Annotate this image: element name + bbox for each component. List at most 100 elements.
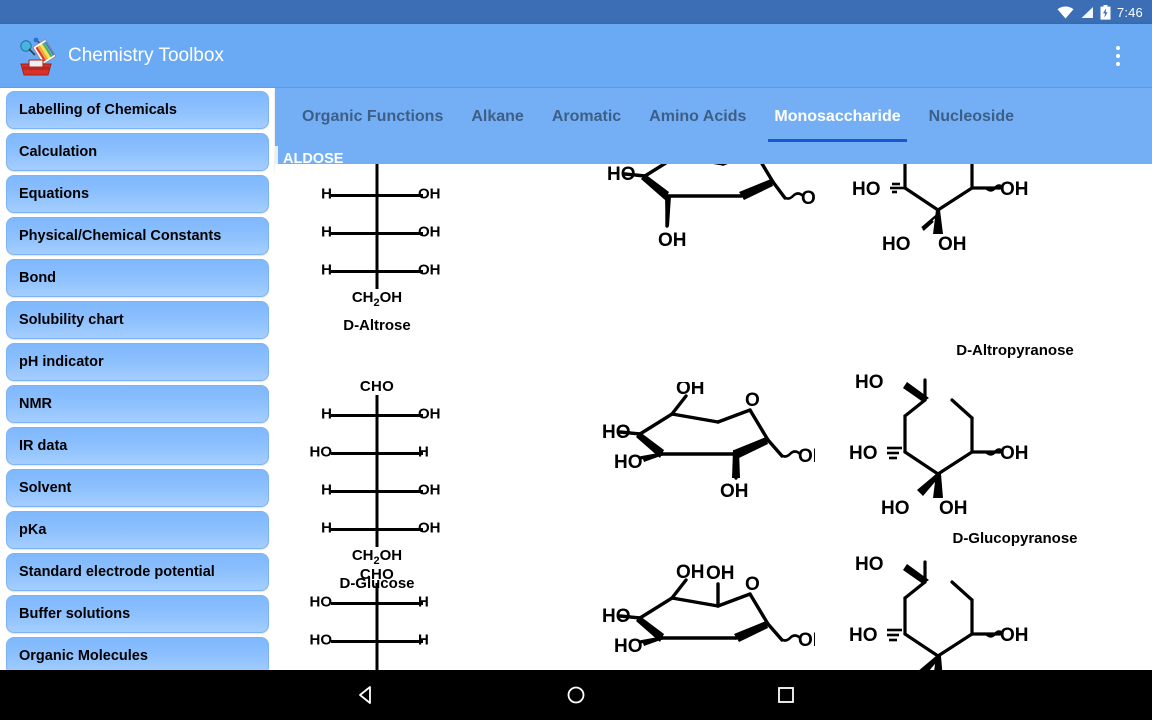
fischer-structure-altrose: CHO H OH H OH — [302, 164, 452, 334]
molecule-list[interactable]: CHO H OH H OH — [275, 164, 1152, 670]
haworth-structure-glucopyranose: HO HO OH HO OH — [847, 370, 1037, 525]
svg-text:OH: OH — [676, 562, 705, 583]
fischer-right-group: H — [418, 593, 429, 611]
tab-label: Nucleoside — [928, 108, 1014, 125]
molecule-row-glucose: CHO H OH HO H H OH H OH CH2OH HO HO OH O… — [275, 352, 1152, 592]
fischer-right-group: OH — [418, 185, 441, 203]
fischer-rung: H OH — [302, 395, 452, 433]
svg-text:HO: HO — [881, 498, 910, 519]
svg-text:O: O — [745, 574, 760, 595]
sidebar-item-label: Buffer solutions — [19, 606, 131, 622]
svg-text:OH: OH — [1000, 625, 1029, 646]
sidebar-item-label: Bond — [19, 270, 57, 286]
app-root: 7:46 Chemistry Toolbox Labelling of Chem… — [0, 0, 1152, 720]
svg-text:OH: OH — [1000, 443, 1029, 464]
fischer-left-group: H — [302, 164, 332, 165]
fischer-left-group: H — [321, 481, 332, 499]
tab-organic-functions[interactable]: Organic Functions — [288, 88, 457, 146]
fischer-left-group: H — [321, 223, 332, 241]
tab-label: Organic Functions — [302, 108, 444, 125]
svg-text:HO: HO — [602, 606, 631, 627]
app-title: Chemistry Toolbox — [68, 44, 224, 66]
fischer-rung: HO H — [302, 433, 452, 471]
sidebar-item-calculation[interactable]: Calculation — [6, 133, 269, 171]
chemistry-toolbox-app-icon — [14, 34, 58, 78]
sidebar-item-pka[interactable]: pKa — [6, 511, 269, 549]
sidebar-item-label: Physical/Chemical Constants — [19, 228, 222, 244]
sidebar-item-label: Equations — [19, 186, 90, 202]
sidebar-item-nmr[interactable]: NMR — [6, 385, 269, 423]
svg-text:OH: OH — [798, 630, 815, 651]
fischer-rung: H OH — [302, 164, 452, 175]
overflow-menu-icon[interactable] — [1098, 34, 1138, 78]
sidebar-item-organic-molecules[interactable]: Organic Molecules — [6, 637, 269, 670]
fischer-left-group: H — [321, 405, 332, 423]
sidebar-item-label: Labelling of Chemicals — [19, 102, 177, 118]
sidebar-item-buffer-solutions[interactable]: Buffer solutions — [6, 595, 269, 633]
molecule-row-mannose: CHO HO H HO H HO HO OH OH O O HO HO OH — [275, 540, 1152, 670]
sidebar-item-solubility-chart[interactable]: Solubility chart — [6, 301, 269, 339]
molecule-row-altrose: CHO H OH H OH — [275, 164, 1152, 359]
fischer-rung: H OH — [302, 251, 452, 289]
home-icon[interactable] — [556, 675, 596, 715]
fischer-right-group: H — [418, 443, 429, 461]
svg-text:OH: OH — [1000, 179, 1029, 200]
sidebar-item-ir-data[interactable]: IR data — [6, 427, 269, 465]
chair-structure-mannopyranose: HO HO OH OH O OH — [600, 562, 827, 670]
tab-monosaccharide[interactable]: Monosaccharide — [760, 88, 914, 146]
fischer-right-group: OH — [418, 223, 441, 241]
tab-aromatic[interactable]: Aromatic — [538, 88, 635, 146]
tab-alkane[interactable]: Alkane — [457, 88, 537, 146]
sidebar-item-labelling-of-chemicals[interactable]: Labelling of Chemicals — [6, 91, 269, 129]
sidebar-item-physical-chemical-constants[interactable]: Physical/Chemical Constants — [6, 217, 269, 255]
fischer-rung: H OH — [302, 175, 452, 213]
fischer-top-group: CHO — [359, 566, 395, 583]
recents-icon[interactable] — [766, 675, 806, 715]
fischer-right-group: H — [418, 631, 429, 649]
fischer-left-group: H — [321, 261, 332, 279]
status-time: 7:46 — [1116, 4, 1143, 20]
sidebar-item-label: Solvent — [19, 480, 72, 496]
back-icon[interactable] — [346, 675, 386, 715]
svg-text:OH: OH — [720, 481, 749, 502]
fischer-rung: H OH — [302, 659, 452, 671]
sidebar-item-label: IR data — [19, 438, 68, 454]
fischer-left-group: HO — [309, 593, 333, 611]
fischer-rung: H OH — [302, 213, 452, 251]
fischer-right-group: OH — [418, 164, 452, 165]
svg-text:OH: OH — [658, 230, 687, 251]
sidebar-item-label: Standard electrode potential — [19, 564, 215, 580]
sidebar-item-bond[interactable]: Bond — [6, 259, 269, 297]
sidebar-item-equations[interactable]: Equations — [6, 175, 269, 213]
svg-text:OH: OH — [706, 563, 735, 584]
svg-text:HO: HO — [614, 636, 643, 657]
svg-text:HO: HO — [607, 164, 636, 185]
tab-amino-acids[interactable]: Amino Acids — [635, 88, 760, 146]
app-bar: Chemistry Toolbox — [0, 24, 1152, 88]
status-bar: 7:46 — [0, 0, 1152, 24]
fischer-top-group: CHO — [359, 378, 395, 395]
fischer-structure-mannose: CHO HO H HO H — [302, 566, 452, 670]
sidebar-item-standard-electrode-potential[interactable]: Standard electrode potential — [6, 553, 269, 591]
fischer-rung: HO H — [302, 621, 452, 659]
svg-text:HO: HO — [614, 452, 643, 473]
sidebar-item-label: Solubility chart — [19, 312, 124, 328]
fischer-left-group: HO — [309, 443, 333, 461]
tab-label: Amino Acids — [649, 108, 747, 125]
svg-text:HO: HO — [849, 625, 878, 646]
sidebar-item-solvent[interactable]: Solvent — [6, 469, 269, 507]
sidebar: Labelling of Chemicals Calculation Equat… — [0, 88, 275, 670]
tab-nucleoside[interactable]: Nucleoside — [915, 88, 1028, 146]
fischer-rung: H OH — [302, 471, 452, 509]
haworth-structure-altropyranose: HO OH HO OH — [850, 164, 1035, 265]
fischer-right-group: OH — [418, 519, 441, 537]
sidebar-item-label: Calculation — [19, 144, 98, 160]
svg-text:HO: HO — [849, 443, 878, 464]
content-panel: Organic Functions Alkane Aromatic Amino … — [275, 88, 1152, 670]
sidebar-item-ph-indicator[interactable]: pH indicator — [6, 343, 269, 381]
svg-text:HO: HO — [602, 422, 631, 443]
chair-structure-altropyranose: HO O OH OH — [605, 164, 830, 269]
fischer-left-group: H — [321, 519, 332, 537]
fischer-bottom-group: CH2OH — [351, 289, 403, 309]
haworth-structure-mannopyranose: HO HO OH HO OH — [847, 552, 1037, 670]
